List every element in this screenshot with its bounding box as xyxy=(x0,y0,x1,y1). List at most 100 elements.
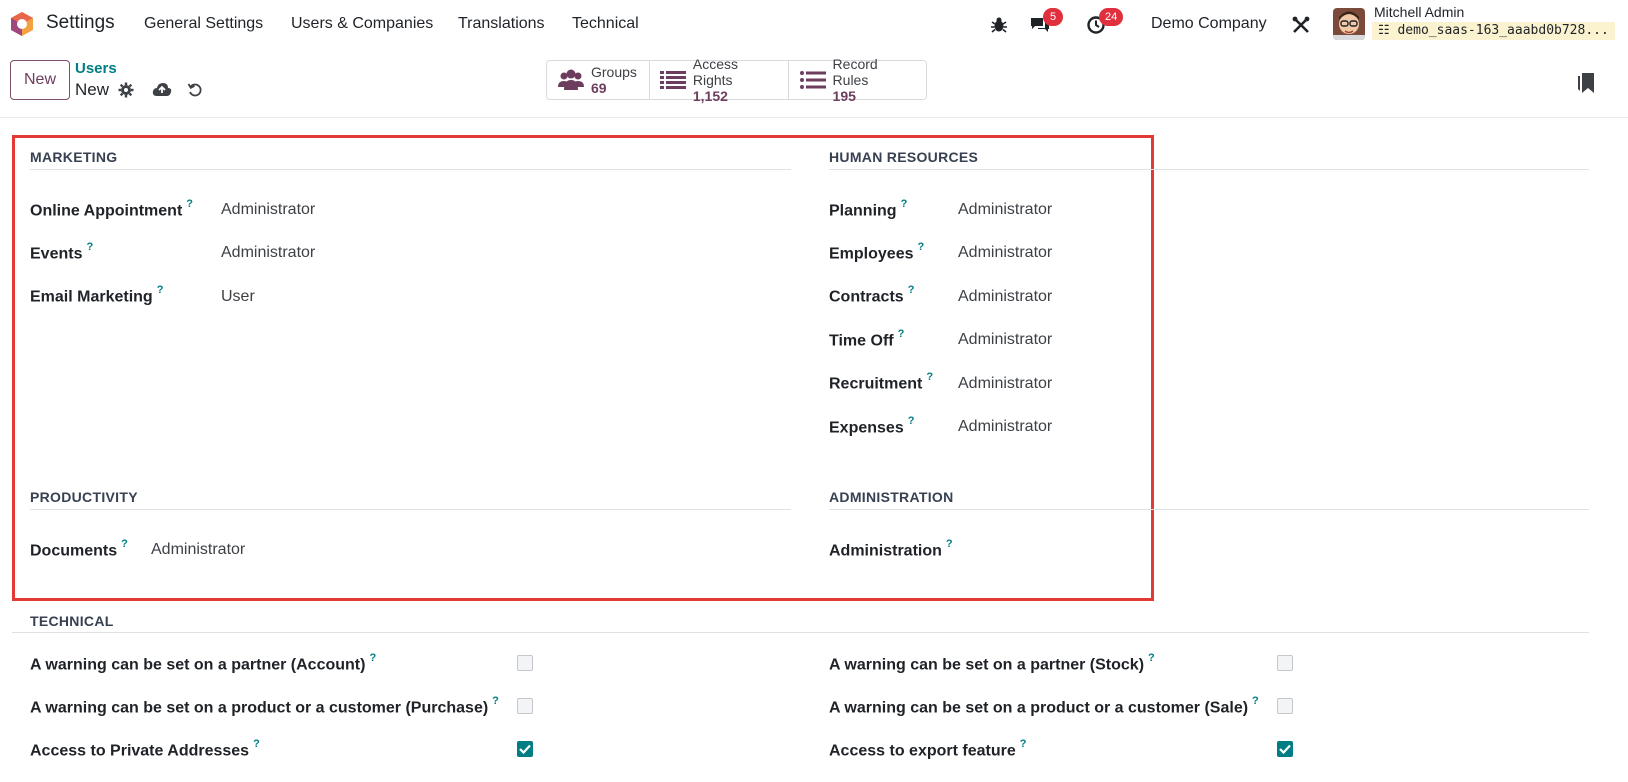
user-avatar[interactable] xyxy=(1333,8,1365,40)
help-tooltip-icon[interactable]: ? xyxy=(1252,695,1259,707)
save-cloud-icon[interactable] xyxy=(152,80,172,100)
field-value-contracts[interactable]: Administrator xyxy=(958,288,1052,306)
bookmark-icon[interactable] xyxy=(1577,72,1595,94)
users-icon xyxy=(557,68,585,92)
groups-smart-button[interactable]: Groups 69 xyxy=(547,61,650,99)
help-tooltip-icon[interactable]: ? xyxy=(901,198,908,210)
field-label-warning-partner-account: A warning can be set on a partner (Accou… xyxy=(30,652,376,674)
field-label-events: Events? xyxy=(30,241,93,263)
database-name: ☷ demo_saas-163_aaabd0b728... xyxy=(1372,22,1615,40)
field-value-online-appointment[interactable]: Administrator xyxy=(221,201,315,219)
field-label-online-appointment: Online Appointment? xyxy=(30,198,193,220)
field-label-text: A warning can be set on a product or a c… xyxy=(829,699,1249,717)
help-tooltip-icon[interactable]: ? xyxy=(86,241,93,253)
section-title-marketing: MARKETING xyxy=(30,149,118,165)
section-divider xyxy=(12,632,1589,633)
check-icon xyxy=(1279,744,1291,754)
field-value-events[interactable]: Administrator xyxy=(221,244,315,262)
menu-general-settings[interactable]: General Settings xyxy=(144,15,263,33)
field-value-recruitment[interactable]: Administrator xyxy=(958,375,1052,393)
help-tooltip-icon[interactable]: ? xyxy=(946,538,953,550)
checkbox-access-export-feature[interactable] xyxy=(1277,741,1293,757)
field-label-text: Employees xyxy=(829,245,914,263)
help-tooltip-icon[interactable]: ? xyxy=(157,284,164,296)
section-divider xyxy=(30,509,791,510)
field-label-recruitment: Recruitment? xyxy=(829,371,933,393)
help-tooltip-icon[interactable]: ? xyxy=(917,241,924,253)
field-label-text: Recruitment xyxy=(829,375,923,393)
field-value-expenses[interactable]: Administrator xyxy=(958,418,1052,436)
database-label: demo_saas-163_aaabd0b728... xyxy=(1397,23,1609,38)
field-label-text: A warning can be set on a product or a c… xyxy=(30,699,489,717)
field-label-administration: Administration? xyxy=(829,538,953,560)
field-label-expenses: Expenses? xyxy=(829,415,915,437)
discard-undo-icon[interactable] xyxy=(185,80,205,100)
app-logo-icon[interactable] xyxy=(9,11,35,37)
breadcrumb-users[interactable]: Users xyxy=(75,60,117,77)
checkbox-warning-partner-stock[interactable] xyxy=(1277,655,1293,671)
field-label-text: Planning xyxy=(829,202,897,220)
help-tooltip-icon[interactable]: ? xyxy=(908,284,915,296)
user-name[interactable]: Mitchell Admin xyxy=(1374,4,1464,20)
checkbox-warning-product-sale[interactable] xyxy=(1277,698,1293,714)
field-value-employees[interactable]: Administrator xyxy=(958,244,1052,262)
section-divider xyxy=(30,169,791,170)
field-label-text: Online Appointment xyxy=(30,202,183,220)
help-tooltip-icon[interactable]: ? xyxy=(369,652,376,664)
groups-count: 69 xyxy=(591,80,607,96)
control-panel-divider xyxy=(0,117,1628,118)
field-label-time-off: Time Off? xyxy=(829,328,905,350)
field-label-access-export-feature: Access to export feature? xyxy=(829,738,1027,760)
messages-badge: 5 xyxy=(1043,8,1063,26)
app-title[interactable]: Settings xyxy=(46,12,115,34)
help-tooltip-icon[interactable]: ? xyxy=(898,328,905,340)
debug-bug-icon[interactable] xyxy=(987,13,1011,37)
checkbox-warning-product-purchase[interactable] xyxy=(517,698,533,714)
checkbox-access-private-addresses[interactable] xyxy=(517,741,533,757)
field-value-email-marketing[interactable]: User xyxy=(221,288,255,306)
help-tooltip-icon[interactable]: ? xyxy=(1020,738,1027,750)
menu-translations[interactable]: Translations xyxy=(458,15,545,33)
help-tooltip-icon[interactable]: ? xyxy=(186,198,193,210)
menu-users-companies[interactable]: Users & Companies xyxy=(291,15,433,33)
field-label-text: Email Marketing xyxy=(30,288,153,306)
field-value-time-off[interactable]: Administrator xyxy=(958,331,1052,349)
breadcrumb-current: New xyxy=(75,80,110,99)
field-label-access-private-addresses: Access to Private Addresses? xyxy=(30,738,260,760)
record-rules-smart-button[interactable]: Record Rules 195 xyxy=(789,56,926,104)
field-label-text: A warning can be set on a partner (Stock… xyxy=(829,656,1145,674)
help-tooltip-icon[interactable]: ? xyxy=(492,695,499,707)
help-tooltip-icon[interactable]: ? xyxy=(121,538,128,550)
tools-wrench-icon[interactable] xyxy=(1289,13,1313,37)
groups-label: Groups xyxy=(591,64,637,80)
field-label-contracts: Contracts? xyxy=(829,284,915,306)
field-value-planning[interactable]: Administrator xyxy=(958,201,1052,219)
list-icon xyxy=(799,68,827,92)
record-rules-label: Record Rules xyxy=(832,56,878,88)
section-divider xyxy=(829,509,1589,510)
field-label-text: Events xyxy=(30,245,83,263)
checkbox-warning-partner-account[interactable] xyxy=(517,655,533,671)
gear-icon[interactable] xyxy=(116,80,136,100)
help-tooltip-icon[interactable]: ? xyxy=(1148,652,1155,664)
field-value-documents[interactable]: Administrator xyxy=(151,541,245,559)
company-switcher[interactable]: Demo Company xyxy=(1151,15,1267,33)
section-title-technical: TECHNICAL xyxy=(30,613,114,629)
check-icon xyxy=(519,744,531,754)
help-tooltip-icon[interactable]: ? xyxy=(253,738,260,750)
record-rules-count: 195 xyxy=(832,88,856,104)
help-tooltip-icon[interactable]: ? xyxy=(908,415,915,427)
field-label-documents: Documents? xyxy=(30,538,128,560)
field-label-text: Contracts xyxy=(829,288,904,306)
field-label-text: Expenses xyxy=(829,419,904,437)
field-label-warning-product-sale: A warning can be set on a product or a c… xyxy=(829,695,1259,717)
access-rights-smart-button[interactable]: Access Rights 1,152 xyxy=(650,56,789,104)
menu-technical[interactable]: Technical xyxy=(572,15,639,33)
list-icon xyxy=(660,68,687,92)
new-button[interactable]: New xyxy=(10,60,70,100)
field-label-warning-product-purchase: A warning can be set on a product or a c… xyxy=(30,695,499,717)
section-divider xyxy=(829,169,1589,170)
access-rights-count: 1,152 xyxy=(692,88,728,104)
help-tooltip-icon[interactable]: ? xyxy=(926,371,933,383)
field-label-text: Administration xyxy=(829,542,942,560)
